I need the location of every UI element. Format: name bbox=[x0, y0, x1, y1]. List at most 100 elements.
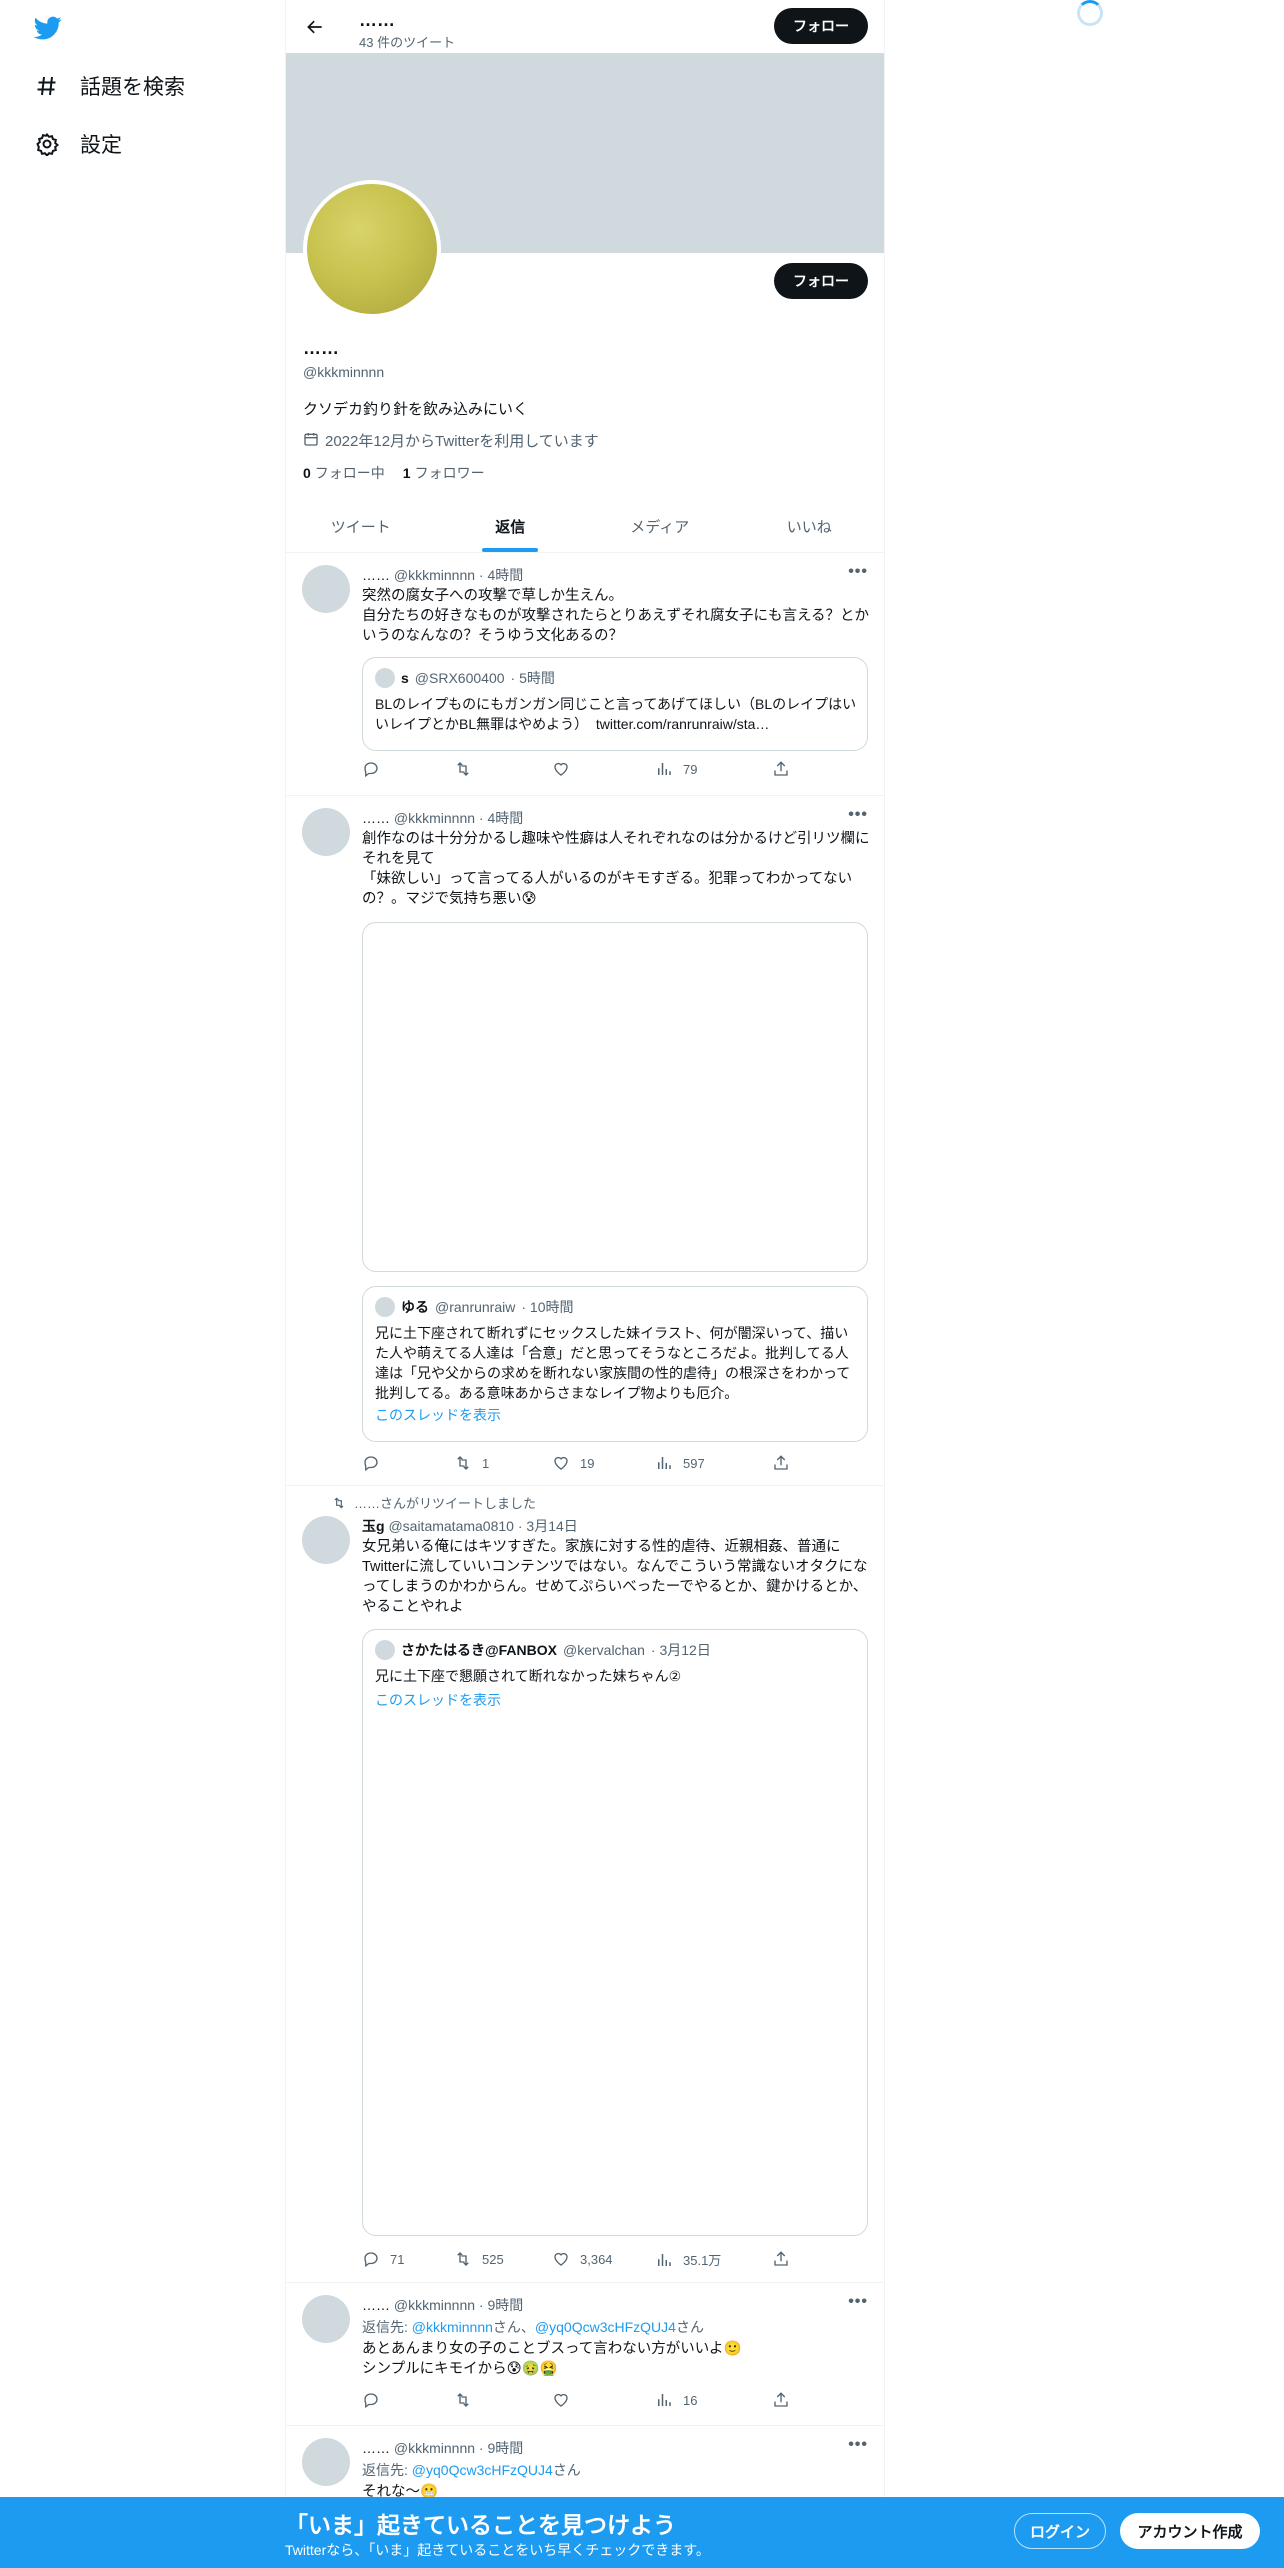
like-button[interactable] bbox=[552, 2391, 580, 2409]
back-arrow-icon[interactable] bbox=[300, 12, 330, 42]
heart-icon bbox=[554, 2393, 568, 2407]
signup-banner-title: 「いま」起きていることを見つけよう bbox=[285, 2512, 676, 2538]
avatar[interactable] bbox=[302, 2438, 350, 2486]
reply-button[interactable] bbox=[362, 1454, 390, 1472]
views-button[interactable]: 79 bbox=[655, 760, 697, 778]
profile-avatar[interactable] bbox=[303, 180, 441, 318]
tweet-header: 玉g @saitamatama0810 · 3月14日 bbox=[362, 1518, 578, 1534]
more-options-icon[interactable]: ••• bbox=[848, 2293, 868, 2311]
like-button[interactable] bbox=[552, 760, 580, 778]
tweet-count: 43 件のツイート bbox=[359, 35, 456, 50]
nav-explore[interactable]: 話題を検索 bbox=[30, 62, 185, 110]
retweet-button[interactable] bbox=[454, 2391, 482, 2409]
tweet-actions: 16 bbox=[362, 2391, 802, 2413]
quote-header: ゆる @ranrunraiw · 10時間 bbox=[375, 1297, 573, 1317]
share-icon bbox=[774, 1455, 788, 1470]
profile-bio: クソデカ釣り針を飲み込みにいく bbox=[303, 401, 529, 418]
login-button[interactable]: ログイン bbox=[1014, 2513, 1106, 2549]
more-options-icon[interactable]: ••• bbox=[848, 806, 868, 824]
avatar[interactable] bbox=[302, 2295, 350, 2343]
quote-text: BLのレイプものにもガンガン同じこと言ってあげてほしい（BLのレイプはいいレイプ… bbox=[375, 696, 857, 732]
twitter-logo-icon[interactable] bbox=[32, 14, 64, 42]
retweet-note: ……さんがリツイートしました bbox=[332, 1493, 536, 1512]
reply-icon bbox=[364, 762, 378, 778]
nav-item-label: 設定 bbox=[80, 134, 122, 157]
retweet-icon bbox=[334, 1497, 344, 1508]
show-thread-link[interactable]: このスレッドを表示 bbox=[375, 1405, 501, 1425]
quote-link[interactable]: twitter.com/ranrunraiw/sta… bbox=[596, 716, 770, 732]
views-button[interactable]: 35.1万 bbox=[655, 2250, 721, 2269]
tab-replies[interactable]: 返信 bbox=[436, 500, 586, 552]
retweet-button[interactable] bbox=[454, 760, 482, 778]
views-button[interactable]: 597 bbox=[655, 1454, 705, 1472]
heart-icon bbox=[554, 2252, 568, 2266]
retweet-icon bbox=[457, 2393, 469, 2407]
followers-link[interactable]: 1 フォロワー bbox=[403, 463, 485, 483]
tab-likes[interactable]: いいね bbox=[735, 500, 885, 552]
retweet-icon bbox=[457, 762, 469, 776]
tweet-actions: 79 bbox=[362, 760, 802, 782]
like-button[interactable]: 19 bbox=[552, 1454, 594, 1472]
tweet-text: 創作なのは十分分かるし趣味や性癖は人それぞれなのは分かるけど引リツ欄にそれを見て… bbox=[362, 831, 870, 907]
tweet[interactable]: …… @kkkminnnn · 9時間 ••• 返信先: @kkkminnnnさ… bbox=[286, 2283, 884, 2426]
profile-tabs: ツイート 返信 メディア いいね bbox=[286, 500, 884, 553]
more-options-icon[interactable]: ••• bbox=[848, 2436, 868, 2454]
retweet-icon bbox=[457, 2252, 469, 2266]
reply-icon bbox=[364, 2393, 378, 2409]
share-icon bbox=[774, 2392, 788, 2407]
header-follow-button[interactable]: フォロー bbox=[774, 8, 868, 44]
like-button[interactable]: 3,364 bbox=[552, 2250, 613, 2268]
retweet-icon bbox=[457, 1456, 469, 1470]
profile-follow-button[interactable]: フォロー bbox=[774, 263, 868, 299]
signup-banner-subtitle: Twitterなら、「いま」起きていることをいち早くチェックできます。 bbox=[285, 2542, 710, 2558]
reply-button[interactable] bbox=[362, 760, 390, 778]
avatar bbox=[375, 1640, 395, 1660]
reply-button[interactable]: 71 bbox=[362, 2250, 404, 2268]
reply-icon bbox=[364, 1456, 378, 1472]
quoted-tweet[interactable]: さかたはるき@FANBOX @kervalchan · 3月12日 兄に土下座で… bbox=[362, 1629, 868, 2236]
quoted-tweet[interactable]: s @SRX600400 · 5時間 BLのレイプものにもガンガン同じこと言って… bbox=[362, 657, 868, 751]
tweet-header: …… @kkkminnnn · 9時間 bbox=[362, 2297, 524, 2313]
tweet[interactable]: …… @kkkminnnn · 4時間 ••• 創作なのは十分分かるし趣味や性癖… bbox=[286, 796, 884, 1486]
signup-banner: 「いま」起きていることを見つけよう Twitterなら、「いま」起きていることを… bbox=[0, 2497, 1284, 2568]
tweet-text: 突然の腐女子への攻撃で草しか生えん。 自分たちの好きなものが攻撃されたらとりあえ… bbox=[362, 588, 870, 644]
quoted-tweet[interactable]: ゆる @ranrunraiw · 10時間 兄に土下座されて断れずにセックスした… bbox=[362, 1286, 868, 1442]
tweet-actions: 1 19 597 bbox=[362, 1454, 802, 1476]
reply-context: 返信先: @yq0Qcw3cHFzQUJ4さん bbox=[362, 2462, 581, 2478]
quote-text: 兄に土下座されて断れずにセックスした妹イラスト、何が闇深いって、描いた人や萌えて… bbox=[375, 1325, 851, 1401]
tweet-media[interactable] bbox=[362, 922, 868, 1272]
calendar-icon bbox=[303, 431, 319, 451]
profile-joined: 2022年12月からTwitterを利用しています bbox=[303, 430, 599, 451]
profile-handle: @kkkminnnn bbox=[303, 364, 385, 380]
hashtag-icon bbox=[30, 69, 64, 103]
more-options-icon[interactable]: ••• bbox=[848, 563, 868, 581]
quote-header: さかたはるき@FANBOX @kervalchan · 3月12日 bbox=[375, 1640, 711, 1660]
share-button[interactable] bbox=[772, 1454, 790, 1472]
reply-context: 返信先: @kkkminnnnさん、@yq0Qcw3cHFzQUJ4さん bbox=[362, 2319, 704, 2335]
retweet-button[interactable]: 525 bbox=[454, 2250, 504, 2268]
gear-icon bbox=[30, 127, 64, 161]
share-icon bbox=[774, 761, 788, 776]
tab-media[interactable]: メディア bbox=[585, 500, 735, 552]
loading-spinner-icon bbox=[1077, 0, 1103, 26]
share-button[interactable] bbox=[772, 2250, 790, 2268]
signup-button[interactable]: アカウント作成 bbox=[1120, 2513, 1260, 2549]
joined-text: 2022年12月からTwitterを利用しています bbox=[325, 433, 599, 450]
views-button[interactable]: 16 bbox=[655, 2391, 697, 2409]
tweet-header: …… @kkkminnnn · 4時間 bbox=[362, 810, 524, 826]
tweet[interactable]: ……さんがリツイートしました 玉g @saitamatama0810 · 3月1… bbox=[286, 1486, 884, 2283]
avatar[interactable] bbox=[302, 1516, 350, 1564]
nav-settings[interactable]: 設定 bbox=[30, 120, 122, 168]
tab-tweets[interactable]: ツイート bbox=[286, 500, 436, 552]
avatar[interactable] bbox=[302, 808, 350, 856]
avatar bbox=[375, 1297, 395, 1317]
share-button[interactable] bbox=[772, 2391, 790, 2409]
avatar[interactable] bbox=[302, 565, 350, 613]
tweet[interactable]: …… @kkkminnnn · 4時間 ••• 突然の腐女子への攻撃で草しか生え… bbox=[286, 553, 884, 796]
show-thread-link[interactable]: このスレッドを表示 bbox=[375, 1690, 501, 1710]
following-link[interactable]: 0 フォロー中 bbox=[303, 463, 385, 483]
tweet-header: …… @kkkminnnn · 4時間 bbox=[362, 567, 524, 583]
share-button[interactable] bbox=[772, 760, 790, 778]
reply-button[interactable] bbox=[362, 2391, 390, 2409]
retweet-button[interactable]: 1 bbox=[454, 1454, 489, 1472]
